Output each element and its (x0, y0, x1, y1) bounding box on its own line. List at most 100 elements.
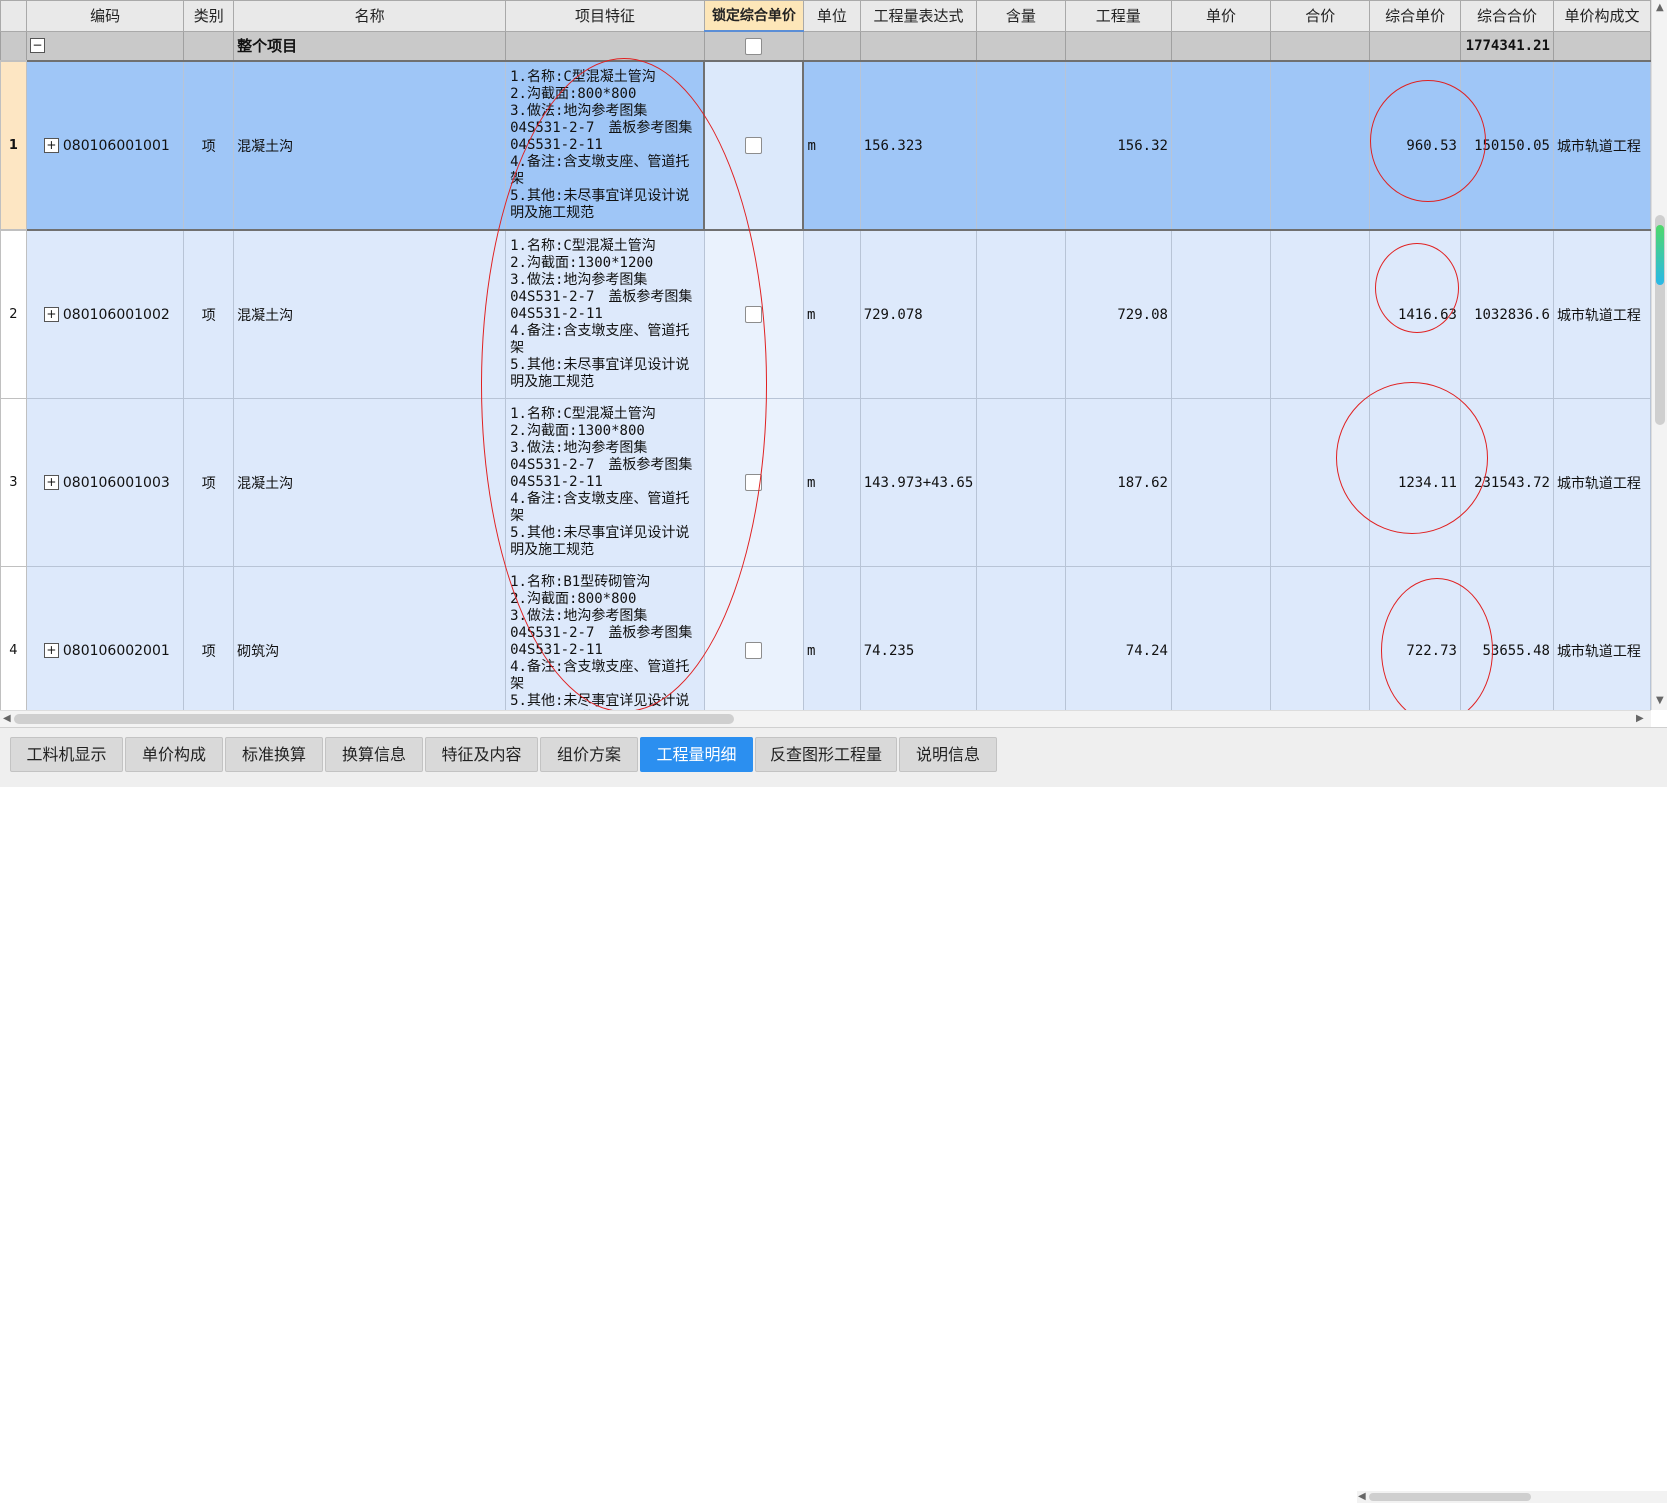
lock-price-checkbox[interactable] (745, 642, 763, 659)
scroll-down-icon[interactable]: ▼ (1656, 695, 1664, 706)
tab-pricing-plan[interactable]: 组价方案 (540, 737, 638, 772)
expression-cell[interactable]: 143.973+43.65 (859, 398, 978, 567)
lock-price-checkbox[interactable] (745, 137, 763, 154)
price-cell[interactable] (1170, 60, 1272, 231)
col-header-type[interactable]: 类别 (183, 0, 235, 32)
lock-price-checkbox[interactable] (745, 306, 763, 323)
unit-price-cell[interactable]: 722.73 (1369, 566, 1461, 710)
col-header-lock-price[interactable]: 锁定综合单价 (703, 0, 804, 32)
col-header-unit[interactable]: 单位 (802, 0, 861, 32)
scroll-up-icon[interactable]: ▲ (1656, 2, 1664, 13)
tab-area-scrollbar[interactable]: ◀ (1357, 1491, 1667, 1503)
features-cell[interactable]: 1.名称:B1型砖砌管沟 2.沟截面:800*800 3.做法:地沟参考图集 0… (505, 566, 705, 710)
tab-standard-conversion[interactable]: 标准换算 (225, 737, 323, 772)
table-row[interactable]: 2 +080106001002 项 混凝土沟 1.名称:C型混凝土管沟 2.沟截… (0, 229, 1651, 399)
horizontal-scrollbar[interactable]: ◀ ▶ (0, 710, 1651, 727)
col-header-expression[interactable]: 工程量表达式 (859, 0, 978, 32)
unit-total-cell[interactable]: 53655.48 (1459, 566, 1554, 710)
unit-total-cell[interactable]: 231543.72 (1459, 398, 1554, 567)
price-cell[interactable] (1170, 229, 1272, 399)
expression-cell[interactable]: 156.323 (859, 60, 978, 231)
lock-price-checkbox[interactable] (745, 474, 763, 491)
content-cell[interactable] (976, 60, 1066, 231)
type-cell[interactable]: 项 (183, 398, 235, 567)
quantity-cell[interactable]: 729.08 (1064, 229, 1172, 399)
col-header-unit-price[interactable]: 综合单价 (1369, 0, 1461, 32)
expand-icon[interactable]: + (43, 643, 59, 658)
group-lock-checkbox[interactable] (745, 37, 763, 55)
tab-quantity-detail[interactable]: 工程量明细 (640, 737, 753, 772)
price-cell[interactable] (1170, 566, 1272, 710)
price-cell[interactable] (1170, 398, 1272, 567)
type-cell[interactable]: 项 (183, 60, 235, 231)
group-row[interactable]: − 整个项目 1774341.21 (0, 30, 1651, 62)
quantity-cell[interactable]: 187.62 (1064, 398, 1172, 567)
tab-labor-material[interactable]: 工料机显示 (10, 737, 123, 772)
features-cell[interactable]: 1.名称:C型混凝土管沟 2.沟截面:1300*1200 3.做法:地沟参考图集… (505, 229, 705, 399)
collapse-icon[interactable]: − (29, 38, 45, 54)
col-header-content[interactable]: 含量 (976, 0, 1066, 32)
expression-cell[interactable]: 74.235 (859, 566, 978, 710)
table-row[interactable]: 3 +080106001003 项 混凝土沟 1.名称:C型混凝土管沟 2.沟截… (0, 398, 1651, 567)
name-cell[interactable]: 混凝土沟 (233, 60, 507, 231)
table-row[interactable]: 1 +080106001001 项 混凝土沟 1.名称:C型混凝土管沟 2.沟截… (0, 60, 1651, 231)
features-cell[interactable]: 1.名称:C型混凝土管沟 2.沟截面:800*800 3.做法:地沟参考图集 0… (505, 60, 705, 231)
tab-conversion-info[interactable]: 换算信息 (325, 737, 423, 772)
unit-cell[interactable]: m (802, 566, 861, 710)
tab-features-content[interactable]: 特征及内容 (425, 737, 538, 772)
horizontal-scroll-thumb[interactable] (14, 714, 734, 724)
expression-cell[interactable]: 729.078 (859, 229, 978, 399)
table-row[interactable]: 4 +080106002001 项 砌筑沟 1.名称:B1型砖砌管沟 2.沟截面… (0, 566, 1651, 710)
price-file-cell[interactable]: 城市轨道工程 (1552, 398, 1651, 567)
unit-price-cell[interactable]: 960.53 (1369, 60, 1461, 231)
col-header-features[interactable]: 项目特征 (505, 0, 705, 32)
unit-total-cell[interactable]: 1032836.6 (1459, 229, 1554, 399)
type-cell[interactable]: 项 (183, 566, 235, 710)
total-cell[interactable] (1270, 229, 1371, 399)
expand-icon[interactable]: + (43, 475, 59, 490)
unit-price-cell[interactable]: 1234.11 (1369, 398, 1461, 567)
name-cell[interactable]: 混凝土沟 (233, 398, 507, 567)
scroll-right-icon[interactable]: ▶ (1636, 713, 1644, 724)
col-header-quantity[interactable]: 工程量 (1064, 0, 1172, 32)
price-file-cell[interactable]: 城市轨道工程 (1552, 229, 1651, 399)
scroll-left-icon[interactable]: ◀ (3, 713, 11, 724)
total-cell[interactable] (1270, 60, 1371, 231)
tab-area-scroll-thumb[interactable] (1369, 1493, 1531, 1501)
content-cell[interactable] (976, 229, 1066, 399)
unit-cell[interactable]: m (802, 398, 861, 567)
content-cell[interactable] (976, 398, 1066, 567)
col-header-total[interactable]: 合价 (1270, 0, 1371, 32)
quantity-cell[interactable]: 156.32 (1064, 60, 1172, 231)
code-cell[interactable]: +080106001001 (25, 60, 185, 231)
vertical-scrollbar[interactable]: ▲ ▼ (1651, 0, 1667, 710)
price-file-cell[interactable]: 城市轨道工程 (1552, 60, 1651, 231)
total-cell[interactable] (1270, 398, 1371, 567)
tab-description-info[interactable]: 说明信息 (899, 737, 997, 772)
unit-total-cell[interactable]: 150150.05 (1459, 60, 1554, 231)
quantity-cell[interactable]: 74.24 (1064, 566, 1172, 710)
col-header-price[interactable]: 单价 (1170, 0, 1272, 32)
col-header-name[interactable]: 名称 (233, 0, 507, 32)
col-header-price-file[interactable]: 单价构成文 (1552, 0, 1651, 32)
code-cell[interactable]: +080106001003 (25, 398, 185, 567)
code-cell[interactable]: +080106002001 (25, 566, 185, 710)
col-header-code[interactable]: 编码 (25, 0, 185, 32)
expand-icon[interactable]: + (43, 138, 59, 153)
unit-cell[interactable]: m (802, 229, 861, 399)
content-cell[interactable] (976, 566, 1066, 710)
features-cell[interactable]: 1.名称:C型混凝土管沟 2.沟截面:1300*800 3.做法:地沟参考图集 … (505, 398, 705, 567)
unit-cell[interactable]: m (802, 60, 861, 231)
expand-icon[interactable]: + (43, 307, 59, 322)
type-cell[interactable]: 项 (183, 229, 235, 399)
name-cell[interactable]: 砌筑沟 (233, 566, 507, 710)
tab-scroll-left-icon[interactable]: ◀ (1358, 1491, 1366, 1502)
name-cell[interactable]: 混凝土沟 (233, 229, 507, 399)
unit-price-cell[interactable]: 1416.63 (1369, 229, 1461, 399)
code-cell[interactable]: +080106001002 (25, 229, 185, 399)
tab-reverse-graphic-quantity[interactable]: 反查图形工程量 (755, 737, 897, 772)
total-cell[interactable] (1270, 566, 1371, 710)
col-header-unit-total[interactable]: 综合合价 (1459, 0, 1554, 32)
price-file-cell[interactable]: 城市轨道工程 (1552, 566, 1651, 710)
tab-unit-price-composition[interactable]: 单价构成 (125, 737, 223, 772)
